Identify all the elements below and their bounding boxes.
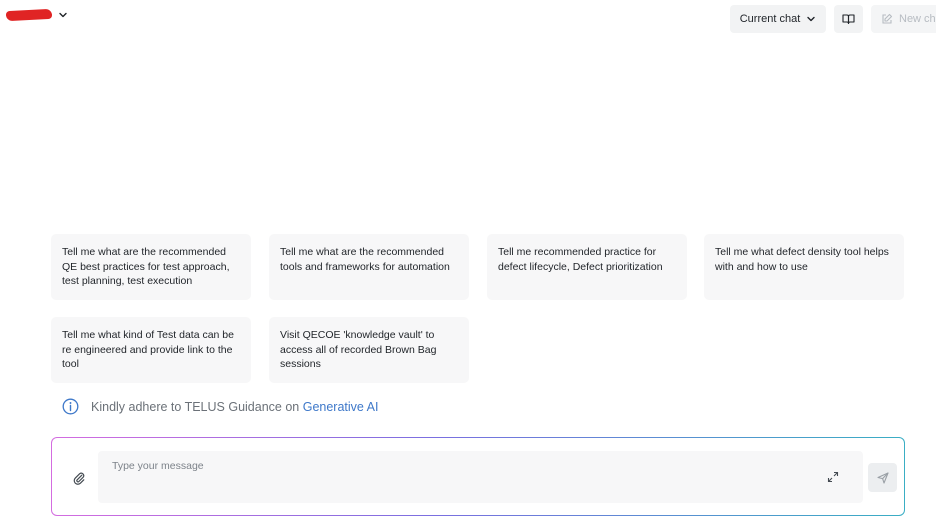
chevron-down-icon xyxy=(807,16,815,22)
current-chat-dropdown[interactable]: Current chat xyxy=(730,5,826,33)
message-input-box xyxy=(98,451,863,503)
message-composer xyxy=(51,437,905,516)
redacted-username xyxy=(5,8,53,22)
message-input[interactable] xyxy=(110,459,800,473)
paperclip-icon[interactable] xyxy=(72,471,86,485)
book-icon xyxy=(842,14,855,25)
edit-icon xyxy=(882,13,893,24)
current-chat-label: Current chat xyxy=(739,13,801,25)
user-menu[interactable] xyxy=(5,8,68,22)
generative-ai-link[interactable]: Generative AI xyxy=(303,400,379,414)
guidance-text: Kindly adhere to TELUS Guidance on xyxy=(91,399,300,414)
suggestion-card[interactable]: Tell me what defect density tool helps w… xyxy=(704,234,904,300)
guidance-notice: Kindly adhere to TELUS Guidance on Gener… xyxy=(62,398,378,415)
chevron-down-icon xyxy=(59,12,67,18)
new-chat-button[interactable]: New chat xyxy=(871,5,936,33)
send-icon xyxy=(876,471,889,484)
suggestion-card[interactable]: Tell me what are the recommended QE best… xyxy=(51,234,251,300)
suggestion-card[interactable]: Tell me recommended practice for defect … xyxy=(487,234,687,300)
book-button[interactable] xyxy=(834,5,863,33)
suggestion-card[interactable]: Visit QECOE 'knowledge vault' to access … xyxy=(269,317,469,383)
expand-icon[interactable] xyxy=(827,471,839,483)
composer-body xyxy=(52,438,904,515)
suggestion-card[interactable]: Tell me what are the recommended tools a… xyxy=(269,234,469,300)
info-icon xyxy=(62,398,79,415)
suggestion-card[interactable]: Tell me what kind of Test data can be re… xyxy=(51,317,251,383)
send-button[interactable] xyxy=(868,463,897,492)
chat-page: Current chat New chat Tell me what are t… xyxy=(0,0,936,516)
new-chat-label: New chat xyxy=(899,13,936,25)
